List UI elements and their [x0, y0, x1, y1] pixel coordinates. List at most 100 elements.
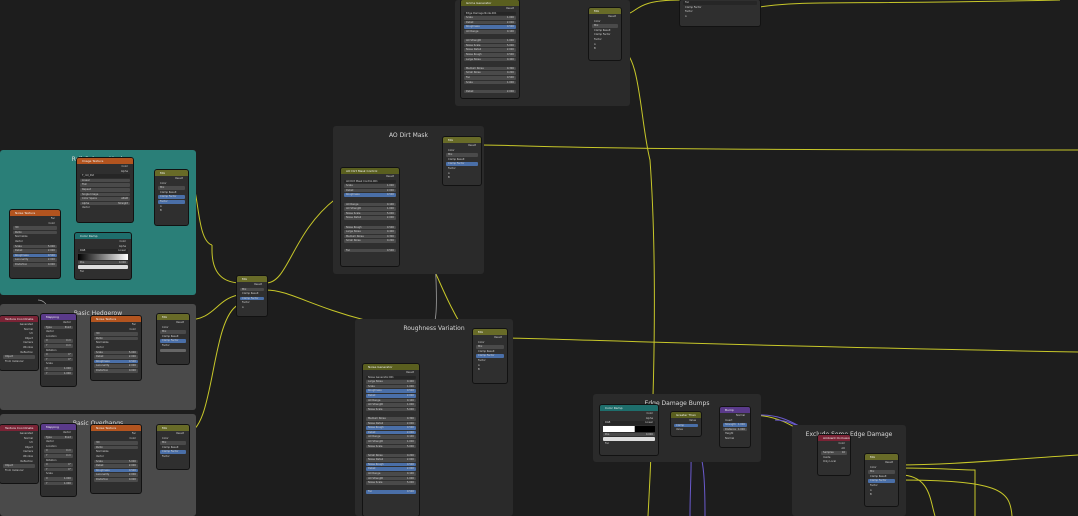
node-socket-row[interactable]: Window — [3, 455, 35, 459]
node-socket-row[interactable]: Normal — [3, 328, 35, 332]
node-socket-row[interactable]: Small Noise 0.200 — [366, 453, 416, 458]
node-socket-row[interactable]: Mix — [160, 441, 186, 445]
node-socket-row[interactable]: UV — [3, 332, 35, 336]
node-socket-row[interactable]: Color — [160, 437, 186, 441]
ao-node-exclude[interactable]: Ambient Occlusion Color AO Samples 16 Ins… — [818, 435, 850, 475]
noise-texture-node-hedgerow[interactable]: Noise Texture Fac Color 3D Perlin Normal… — [91, 316, 141, 380]
node-socket-row[interactable]: B — [446, 176, 478, 180]
mix-node-middle[interactable]: Mix Result Mix Clamp Result Clamp Factor… — [237, 276, 267, 316]
node-socket-row[interactable]: Medium Noise 0.300 — [344, 234, 396, 239]
node-socket-row[interactable]: Object — [3, 464, 35, 468]
node-socket-row[interactable]: Color — [78, 240, 128, 244]
node-socket-row[interactable]: Camera — [3, 341, 35, 345]
node-socket-row[interactable]: Noise Rough 0.500 — [366, 462, 416, 467]
node-socket-row[interactable] — [344, 198, 396, 202]
node-socket-row[interactable]: Vector — [44, 431, 73, 435]
node-socket-row[interactable]: Detail 2.000 — [366, 393, 416, 398]
node-socket-row[interactable]: Type Point — [44, 325, 73, 330]
node-socket-row[interactable]: Alpha Straight — [80, 201, 130, 206]
node-socket-row[interactable]: Color — [592, 20, 618, 24]
node-socket-row[interactable]: Location — [44, 335, 73, 339]
node-socket-row[interactable]: Camera — [3, 450, 35, 454]
node-socket-row[interactable]: Clamp Factor — [476, 354, 504, 358]
node-socket-row[interactable]: Noise Scale 5.000 — [366, 481, 416, 485]
mix-node-hedgerow[interactable]: Mix Result Color Mix Clamp Result Clamp … — [157, 314, 189, 364]
node-socket-row[interactable]: Noise Scale 5.000 — [366, 444, 416, 449]
node-socket-row[interactable]: From Instancer — [3, 469, 35, 473]
node-socket-row[interactable]: Mix — [160, 330, 186, 334]
node-socket-row[interactable]: Mix — [868, 470, 895, 474]
node-socket-row[interactable]: Distance 1.000 — [723, 427, 747, 432]
node-socket-row[interactable]: Linear — [80, 178, 130, 183]
node-socket-row[interactable]: Vector — [80, 206, 130, 210]
node-socket-row[interactable]: Noise Rough 0.500 — [344, 225, 396, 230]
node-socket-row[interactable]: Fac — [94, 323, 138, 327]
node-socket-row[interactable]: Fac — [603, 442, 655, 446]
node-socket-row[interactable]: Factor — [683, 10, 757, 14]
node-socket-row[interactable]: Generated — [3, 323, 35, 327]
node-socket-row[interactable]: Factor — [240, 301, 264, 305]
node-socket-row[interactable]: Detail 2.000 — [13, 249, 57, 253]
node-socket-row[interactable]: X 1.000 — [44, 476, 73, 481]
node-socket-row[interactable]: Result — [868, 461, 895, 465]
node-socket-row[interactable]: Vector — [44, 330, 73, 334]
mix-node-top[interactable]: Mix Result Color Mix Clamp Result Clamp … — [589, 8, 621, 60]
node-socket-row[interactable]: Color Space sRGB — [80, 197, 130, 201]
node-socket-row[interactable]: Factor — [476, 359, 504, 363]
node-socket-row[interactable] — [366, 412, 416, 416]
node-socket-row[interactable]: Pos 0.000 — [78, 260, 128, 265]
node-socket-row[interactable]: Rotation — [44, 459, 73, 463]
node-socket-row[interactable]: Small Noise 0.200 — [464, 71, 516, 75]
math-node-edge[interactable]: Greater Than Value Clamp Value — [671, 412, 701, 436]
node-socket-row[interactable]: Rotation — [44, 349, 73, 353]
node-socket-row[interactable]: Fac 0.500 — [366, 490, 416, 495]
node-socket-row[interactable]: B — [868, 493, 895, 497]
node-socket-row[interactable]: Normal — [723, 437, 747, 441]
node-socket-row[interactable]: Samples 16 — [821, 451, 847, 455]
node-socket-row[interactable]: Clamp Factor — [446, 162, 478, 166]
node-socket-row[interactable]: Roughness 0.500 — [94, 359, 138, 364]
noise-texture-node-roll[interactable]: Noise Texture Fac Color 3D Perlin Normal… — [10, 210, 60, 278]
node-socket-row[interactable]: Mix — [158, 186, 185, 190]
node-socket-row[interactable]: AO Range 0.100 — [344, 202, 396, 207]
node-socket-row[interactable]: Factor — [868, 484, 895, 488]
node-socket-row[interactable]: Inside — [821, 456, 847, 460]
node-socket-row[interactable]: Scale 1.000 — [366, 384, 416, 389]
mix-node-overhangs[interactable]: Mix Result Color Mix Clamp Result Clamp … — [157, 425, 189, 469]
node-socket-row[interactable]: Normal — [723, 414, 747, 418]
node-socket-row[interactable]: AO Strength 1.000 — [366, 476, 416, 481]
node-socket-row[interactable]: 3D — [94, 332, 138, 336]
node-socket-row[interactable]: X 0° — [44, 463, 73, 467]
node-socket-row[interactable]: Y 0 m — [44, 343, 73, 348]
node-socket-row[interactable]: X 0 m — [44, 449, 73, 453]
node-socket-row[interactable]: Lacunarity 2.000 — [94, 364, 138, 368]
node-socket-row[interactable]: Clamp Factor — [592, 33, 618, 37]
node-socket-row[interactable]: A — [683, 15, 757, 19]
node-socket-row[interactable]: Reflection — [3, 460, 35, 464]
mapping-node-overhangs[interactable]: Mapping Vector Type Point Vector Location… — [41, 424, 76, 496]
node-socket-row[interactable]: Vector — [44, 321, 73, 325]
node-socket-row[interactable]: RGB Linear — [603, 421, 655, 425]
node-socket-row[interactable]: B — [158, 209, 185, 213]
noise-texture-node-overhangs[interactable]: Noise Texture Fac Color 3D Perlin Normal… — [91, 425, 141, 493]
node-socket-row[interactable]: X 1.000 — [44, 366, 73, 371]
node-socket-row[interactable]: Generated — [3, 432, 35, 436]
node-socket-row[interactable]: Normal — [3, 437, 35, 441]
node-socket-row[interactable]: Pos 0.000 — [603, 432, 655, 437]
node-socket-row[interactable]: Noise Detail 2.000 — [464, 48, 516, 52]
node-socket-row[interactable]: Result — [240, 283, 264, 287]
node-socket-row[interactable]: Fac — [683, 1, 757, 5]
node-socket-row[interactable]: Alpha — [78, 245, 128, 249]
node-socket-row[interactable]: 3D — [13, 226, 57, 230]
node-socket-row[interactable]: Object — [3, 337, 35, 341]
node-socket-row[interactable]: Alpha — [603, 417, 655, 421]
node-socket-row[interactable]: Fac — [94, 432, 138, 436]
node-socket-row[interactable]: Repeat — [80, 187, 130, 192]
node-socket-row[interactable]: Scale 5.000 — [13, 244, 57, 249]
node-socket-row[interactable]: Roughness 0.500 — [94, 468, 138, 473]
node-socket-row[interactable]: Vector — [44, 440, 73, 444]
node-socket-row[interactable]: Lacunarity 2.000 — [13, 258, 57, 262]
node-socket-row[interactable]: Color — [160, 326, 186, 330]
node-socket-row[interactable]: Y 0° — [44, 357, 73, 362]
node-socket-row[interactable]: Color — [13, 222, 57, 226]
